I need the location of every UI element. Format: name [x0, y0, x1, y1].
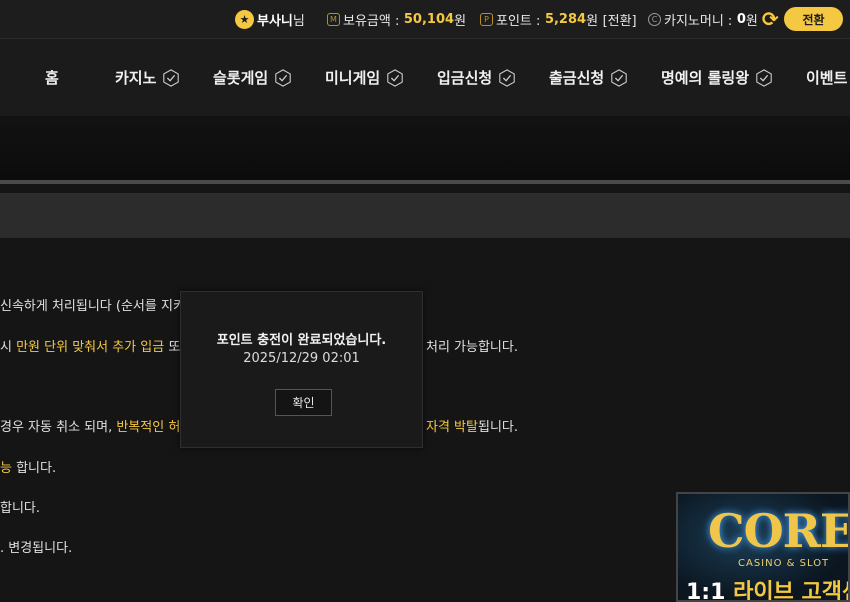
nav-label: 카지노 [115, 69, 157, 87]
nav-label: 홈 [45, 69, 59, 87]
notice-line: . 변경됩니다. [0, 541, 73, 556]
casino-money-icon: C [648, 12, 661, 26]
banner-text-b: 라이브 고객센 [733, 580, 850, 602]
points-icon: P [480, 12, 493, 26]
top-bar: ★ 부사니 님 M 보유금액 : 50,104 원 P 포인트 : 5,284 원 [… [0, 0, 850, 39]
balance-info: M 보유금액 : 50,104 원 [327, 0, 466, 38]
notice-text: 경우 자동 취소 되며, [0, 420, 117, 435]
points-convert-link[interactable]: [전환] [603, 10, 637, 29]
check-badge-icon [499, 68, 515, 87]
nav-item-event[interactable]: 이벤트 [806, 39, 847, 116]
casino-money-value: 0 [736, 11, 746, 27]
check-badge-icon [163, 68, 180, 87]
user-info: ★ 부사니 님 [235, 0, 305, 38]
check-badge-icon [387, 68, 403, 87]
nav-item-home[interactable]: 홈 [45, 39, 59, 116]
nav-item-deposit[interactable]: 입금신청 [437, 39, 516, 116]
notice-highlight: 능 [0, 461, 12, 476]
dialog-message: 포인트 충전이 완료되었습니다. [216, 333, 387, 348]
check-badge-icon [275, 68, 291, 87]
nav-item-withdraw[interactable]: 출금신청 [549, 39, 628, 116]
check-badge-icon [756, 68, 772, 87]
casino-money-unit: 원 [745, 13, 758, 29]
divider [0, 180, 850, 184]
alert-dialog: 포인트 충전이 완료되었습니다. 2025/12/29 02:01 확인 [180, 291, 423, 448]
header-banner [0, 116, 850, 180]
casino-money-info: C 카지노머니 : 0원 ⟳ [648, 0, 779, 38]
nav-label: 슬롯게임 [213, 69, 269, 87]
username: 부사니 [257, 13, 293, 29]
banner-logo: CORE [708, 504, 850, 558]
section-title-bar [0, 193, 850, 238]
nav-label: 이벤트 [806, 69, 848, 87]
notice-text: 됩니다. [477, 420, 518, 435]
casino-money-label: 카지노머니 : [664, 13, 733, 29]
nav-label: 미니게임 [325, 69, 381, 87]
notice-text: 시 [0, 340, 17, 355]
check-badge-icon [611, 68, 627, 87]
notice-highlight: 반복적인 허 [116, 420, 181, 435]
nav-item-mini[interactable]: 미니게임 [325, 39, 404, 116]
money-icon: M [327, 12, 340, 26]
points-info: P 포인트 : 5,284 원 [전환] [480, 0, 637, 38]
live-support-banner[interactable]: CORE CASINO & SLOT 1:1 라이브 고객센 [676, 492, 850, 602]
notice-highlight: 자격 박탈 [426, 420, 478, 435]
nav-label: 입금신청 [437, 69, 493, 87]
convert-button[interactable]: 전환 [784, 7, 843, 31]
notice-line: 합니다. [0, 501, 41, 516]
points-unit: 원 [586, 13, 599, 29]
banner-subtitle: CASINO & SLOT [738, 558, 830, 569]
balance-label: 보유금액 : [343, 13, 400, 29]
main-nav: 홈 카지노 슬롯게임 미니게임 입금신청 출금신청 명예의 롤링왕 이벤트 [0, 39, 850, 116]
notice-line: 경우 자동 취소 되며, 반복적인 허 [0, 416, 180, 435]
dialog-timestamp: 2025/12/29 02:01 [243, 351, 360, 366]
nav-label: 출금신청 [549, 69, 605, 87]
confirm-button[interactable]: 확인 [275, 389, 332, 416]
notice-line-tail: 자격 박탈됩니다. [426, 416, 518, 435]
balance-value: 50,104 [403, 11, 455, 27]
points-value: 5,284 [544, 11, 587, 27]
refresh-icon[interactable]: ⟳ [762, 7, 779, 31]
balance-unit: 원 [454, 13, 467, 29]
banner-text-a: 1:1 [686, 580, 734, 602]
notice-line: 시 만원 단위 맞춰서 추가 입금 또 [0, 336, 180, 355]
points-label: 포인트 : [496, 13, 541, 29]
nav-item-slot[interactable]: 슬롯게임 [213, 39, 292, 116]
notice-line-tail: 처리 가능합니다. [426, 340, 518, 355]
notice-line: 능 합니다. [0, 457, 56, 476]
nav-item-casino[interactable]: 카지노 [115, 39, 180, 116]
notice-text: 또 [164, 340, 181, 355]
notice-text: 합니다. [11, 461, 57, 476]
nav-item-rolling-king[interactable]: 명예의 롤링왕 [661, 39, 773, 116]
banner-text: 1:1 라이브 고객센 [686, 574, 850, 602]
username-suffix: 님 [292, 13, 305, 29]
notice-line: 신속하게 처리됩니다 (순서를 지키 [0, 299, 185, 314]
star-icon: ★ [235, 9, 254, 29]
notice-highlight: 만원 단위 맞춰서 추가 입금 [16, 340, 165, 355]
nav-label: 명예의 롤링왕 [661, 69, 750, 87]
